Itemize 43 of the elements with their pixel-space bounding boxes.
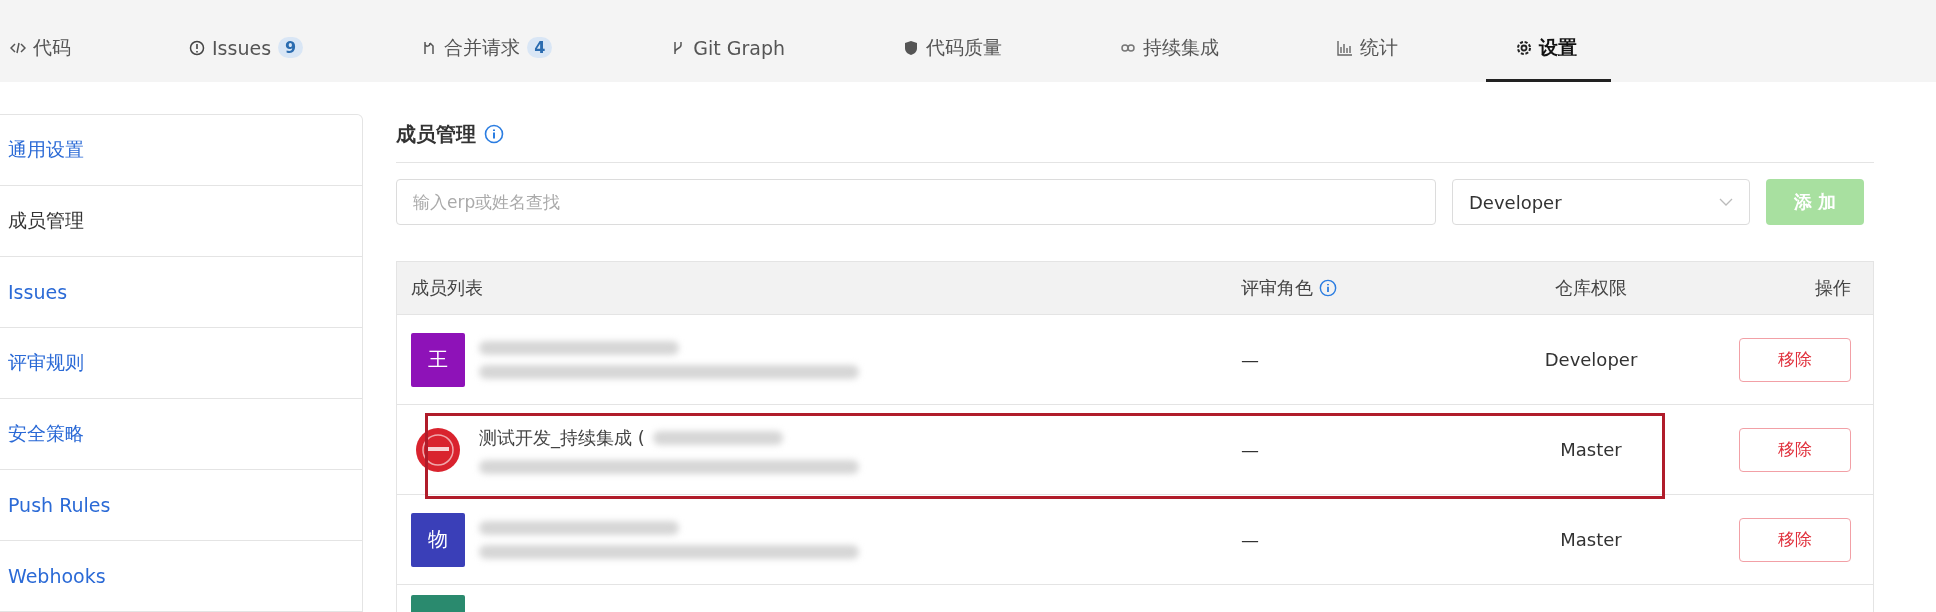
remove-button[interactable]: 移除 xyxy=(1739,517,1851,562)
alert-icon xyxy=(189,39,205,56)
table-cell: Developer xyxy=(1544,349,1638,370)
column-header: 仓库权限 xyxy=(1555,276,1627,300)
table-cell: Master xyxy=(1560,439,1622,460)
tab[interactable]: 统计 xyxy=(1333,22,1425,82)
chevron-icon xyxy=(1719,197,1733,207)
table-cell: — xyxy=(1241,439,1259,460)
column-header: 操作 xyxy=(1815,276,1851,300)
chart-icon xyxy=(1337,39,1354,56)
table-cell: Master xyxy=(1560,529,1622,550)
shield-icon xyxy=(903,39,920,56)
table-cell: — xyxy=(1241,349,1259,370)
section-title: 成员管理 xyxy=(396,120,476,148)
sidebar-item[interactable]: Issues xyxy=(0,257,362,328)
sidebar-item[interactable]: 通用设置 xyxy=(0,115,362,186)
tab[interactable]: Issues 9 xyxy=(185,22,330,82)
tab[interactable]: 代码 xyxy=(6,22,97,82)
tab[interactable]: 代码质量 xyxy=(899,22,1029,82)
tab[interactable]: 设置 xyxy=(1486,22,1612,82)
tab[interactable]: 合并请求 4 xyxy=(417,22,579,82)
sidebar-item[interactable]: 安全策略 xyxy=(0,399,362,470)
sidebar-item[interactable]: Push Rules xyxy=(0,470,362,541)
column-header: 成员列表 xyxy=(411,276,483,300)
sidebar-item[interactable]: 评审规则 xyxy=(0,328,362,399)
search-field[interactable]: 输入erp或姓名查找 xyxy=(396,179,1436,225)
count-badge: 9 xyxy=(278,37,304,58)
settings-icon xyxy=(1516,39,1533,56)
column-header: 评审角色 xyxy=(1241,276,1313,300)
sidebar-item[interactable]: Webhooks xyxy=(0,541,362,612)
member-name: 测试开发_持续集成 ( xyxy=(479,425,645,450)
info-icon[interactable] xyxy=(1319,279,1337,297)
avatar: 王 xyxy=(411,332,465,387)
info-icon[interactable] xyxy=(484,124,504,144)
remove-button[interactable]: 移除 xyxy=(1739,427,1851,472)
remove-button[interactable]: 移除 xyxy=(1739,337,1851,382)
sidebar-item[interactable]: 成员管理 xyxy=(0,186,362,257)
tab[interactable]: 持续集成 xyxy=(1116,22,1246,82)
table-cell: — xyxy=(1241,529,1259,550)
role-dropdown[interactable]: Developer xyxy=(1452,179,1750,225)
tab[interactable]: Git Graph xyxy=(666,22,812,82)
avatar: 物 xyxy=(411,512,465,567)
count-badge: 4 xyxy=(527,37,553,58)
